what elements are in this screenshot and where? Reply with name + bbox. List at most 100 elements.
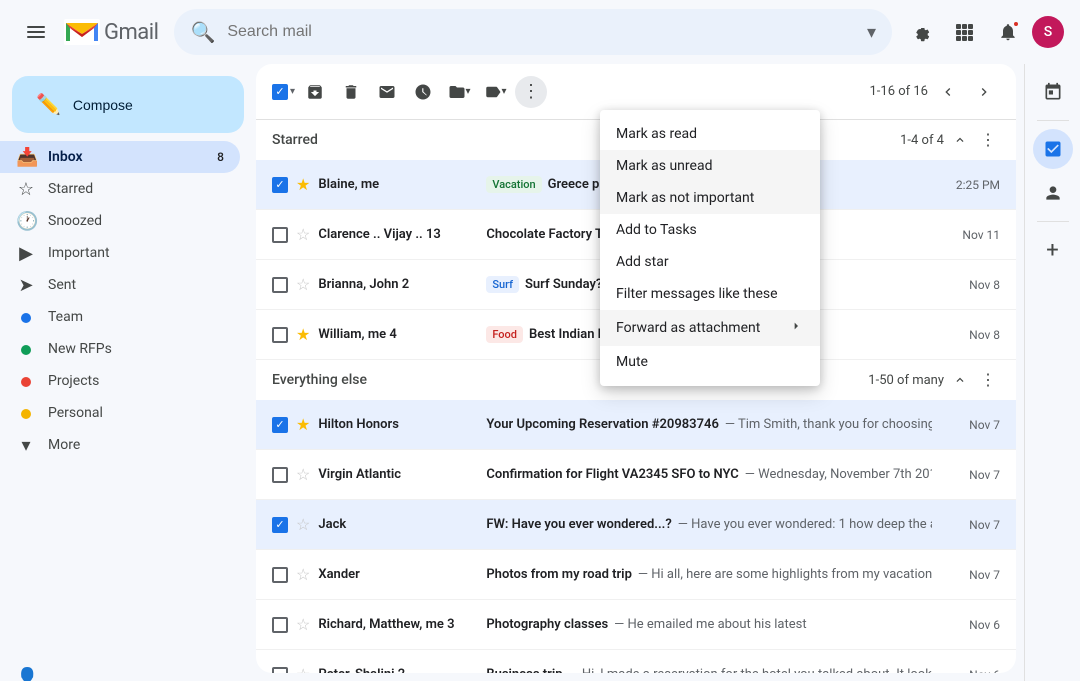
archive-button[interactable] xyxy=(299,76,331,108)
snooze-button[interactable] xyxy=(407,76,439,108)
projects-icon xyxy=(16,371,36,392)
email-row[interactable]: ☆ Virgin Atlantic Confirmation for Fligh… xyxy=(256,450,1016,500)
labels-button[interactable]: ▾ xyxy=(479,76,511,108)
email-row[interactable]: ★ Hilton Honors Your Upcoming Reservatio… xyxy=(256,400,1016,450)
sidebar: ✏️ Compose 📥 Inbox 8 ☆ Starred 🕐 Snoozed… xyxy=(0,64,256,681)
email-checkbox[interactable] xyxy=(272,667,288,674)
more-options-button[interactable]: ⋮ xyxy=(515,76,547,108)
everything-else-title: Everything else xyxy=(272,372,367,388)
mark-unread-button[interactable] xyxy=(371,76,403,108)
everything-else-more-button[interactable]: ⋮ xyxy=(976,368,1000,392)
email-row[interactable]: ☆ Peter, Shalini 2 Business trip — Hi, I… xyxy=(256,650,1016,673)
notifications-button[interactable] xyxy=(988,12,1028,52)
sidebar-item-projects[interactable]: Projects xyxy=(0,365,240,397)
star-button[interactable]: ★ xyxy=(296,325,310,344)
starred-collapse-button[interactable] xyxy=(948,128,972,152)
settings-button[interactable] xyxy=(900,12,940,52)
select-all-checkbox[interactable] xyxy=(272,84,288,100)
right-panel-contacts-icon[interactable] xyxy=(1033,173,1073,213)
sent-icon: ➤ xyxy=(16,275,36,296)
star-button[interactable]: ☆ xyxy=(296,515,310,534)
email-checkbox[interactable] xyxy=(272,327,288,343)
select-all-dropdown[interactable]: ▾ xyxy=(290,86,295,97)
context-menu-add-star[interactable]: Add star xyxy=(600,246,820,278)
email-checkbox[interactable] xyxy=(272,617,288,633)
search-input[interactable] xyxy=(227,23,855,41)
context-menu: Mark as read Mark as unread Mark as not … xyxy=(600,110,820,386)
sidebar-item-label: Starred xyxy=(48,181,93,197)
right-panel-tasks-icon[interactable] xyxy=(1033,129,1073,169)
context-menu-mark-unread[interactable]: Mark as unread xyxy=(600,150,820,182)
prev-page-button[interactable] xyxy=(932,76,964,108)
apps-button[interactable] xyxy=(944,12,984,52)
star-button[interactable]: ★ xyxy=(296,415,310,434)
compose-icon: ✏️ xyxy=(36,92,61,117)
email-sender: William, me 4 xyxy=(318,327,478,342)
sidebar-item-new-rfps[interactable]: New RFPs xyxy=(0,333,240,365)
right-panel-calendar-icon[interactable] xyxy=(1033,72,1073,112)
email-checkbox[interactable] xyxy=(272,517,288,533)
email-row[interactable]: ☆ Richard, Matthew, me 3 Photography cla… xyxy=(256,600,1016,650)
email-checkbox[interactable] xyxy=(272,567,288,583)
context-menu-mark-not-important[interactable]: Mark as not important xyxy=(600,182,820,214)
context-menu-forward-attachment[interactable]: Forward as attachment xyxy=(600,310,820,346)
email-sender: Xander xyxy=(318,567,478,582)
compose-label: Compose xyxy=(73,97,133,113)
right-panel: + xyxy=(1024,64,1080,681)
star-button[interactable]: ☆ xyxy=(296,465,310,484)
everything-else-collapse-button[interactable] xyxy=(948,368,972,392)
context-menu-item-label: Mark as read xyxy=(616,126,697,142)
sidebar-item-sent[interactable]: ➤ Sent xyxy=(0,269,240,301)
starred-more-button[interactable]: ⋮ xyxy=(976,128,1000,152)
sidebar-item-starred[interactable]: ☆ Starred xyxy=(0,173,240,205)
star-button[interactable]: ★ xyxy=(296,175,310,194)
context-menu-item-label: Filter messages like these xyxy=(616,286,778,302)
email-row[interactable]: ☆ Xander Photos from my road trip — Hi a… xyxy=(256,550,1016,600)
more-icon: ▾ xyxy=(16,435,36,456)
star-button[interactable]: ☆ xyxy=(296,565,310,584)
delete-button[interactable] xyxy=(335,76,367,108)
email-subject: Your Upcoming Reservation #20983746 xyxy=(486,417,719,432)
star-button[interactable]: ☆ xyxy=(296,225,310,244)
email-time: Nov 7 xyxy=(940,418,1000,432)
next-page-button[interactable] xyxy=(968,76,1000,108)
context-menu-mute[interactable]: Mute xyxy=(600,346,820,378)
email-checkbox[interactable] xyxy=(272,417,288,433)
star-button[interactable]: ☆ xyxy=(296,275,310,294)
sidebar-item-more[interactable]: ▾ More xyxy=(0,429,240,461)
email-sender: Brianna, John 2 xyxy=(318,277,478,292)
avatar[interactable]: S xyxy=(1032,16,1064,48)
email-checkbox[interactable] xyxy=(272,277,288,293)
sidebar-item-label: More xyxy=(48,437,80,453)
email-checkbox[interactable] xyxy=(272,467,288,483)
sidebar-item-inbox[interactable]: 📥 Inbox 8 xyxy=(0,141,240,173)
select-all-checkbox-container: ▾ xyxy=(272,84,295,100)
sidebar-item-personal[interactable]: Personal xyxy=(0,397,240,429)
starred-section-title: Starred xyxy=(272,132,318,148)
sidebar-item-team[interactable]: Team xyxy=(0,301,240,333)
important-icon: ▶ xyxy=(16,243,36,264)
email-sender: Blaine, me xyxy=(318,177,478,192)
sidebar-item-contacts[interactable]: 👤 xyxy=(0,661,240,681)
sidebar-item-snoozed[interactable]: 🕐 Snoozed xyxy=(0,205,240,237)
email-body: Your Upcoming Reservation #20983746 — Ti… xyxy=(486,417,932,432)
email-checkbox[interactable] xyxy=(272,227,288,243)
search-dropdown-icon[interactable]: ▾ xyxy=(867,22,876,43)
context-menu-item-label: Mark as unread xyxy=(616,158,712,174)
email-row[interactable]: ☆ Jack FW: Have you ever wondered...? — … xyxy=(256,500,1016,550)
right-panel-add-button[interactable]: + xyxy=(1033,230,1073,270)
email-checkbox[interactable] xyxy=(272,177,288,193)
star-button[interactable]: ☆ xyxy=(296,665,310,673)
hamburger-button[interactable] xyxy=(16,12,56,52)
email-body: FW: Have you ever wondered...? — Have yo… xyxy=(486,517,932,532)
context-menu-add-tasks[interactable]: Add to Tasks xyxy=(600,214,820,246)
context-menu-filter-messages[interactable]: Filter messages like these xyxy=(600,278,820,310)
compose-button[interactable]: ✏️ Compose xyxy=(12,76,244,133)
email-subject: FW: Have you ever wondered...? xyxy=(486,517,671,532)
context-menu-mark-read[interactable]: Mark as read xyxy=(600,118,820,150)
gmail-logo: Gmail xyxy=(64,19,158,45)
move-to-button[interactable]: ▾ xyxy=(443,76,475,108)
sidebar-item-important[interactable]: ▶ Important xyxy=(0,237,240,269)
star-button[interactable]: ☆ xyxy=(296,615,310,634)
email-body: Confirmation for Flight VA2345 SFO to NY… xyxy=(486,467,932,482)
